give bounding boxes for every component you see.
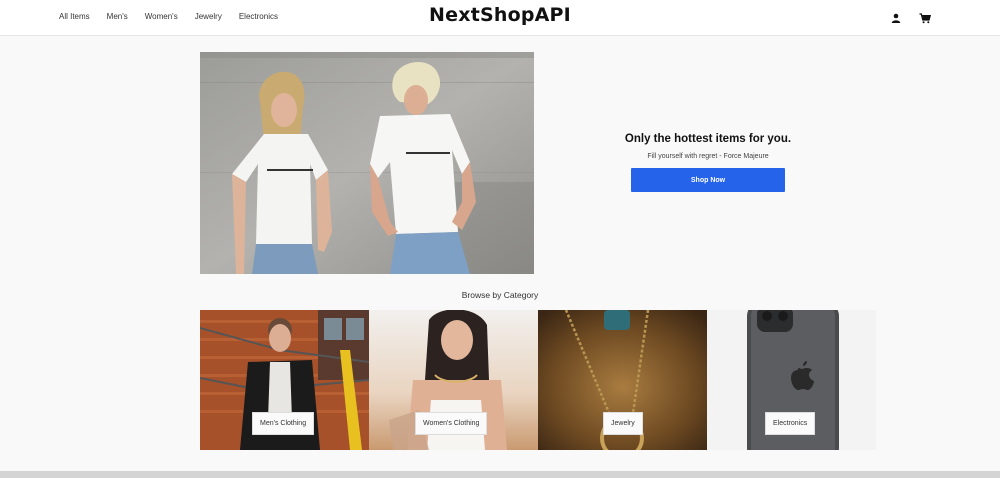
cart-icon-glyph: [919, 12, 931, 23]
user-icon-glyph: [891, 13, 901, 23]
category-card-womens[interactable]: Women's Clothing: [369, 310, 538, 450]
brand-logo[interactable]: NextShopAPI: [429, 4, 571, 26]
nav-all-items[interactable]: All Items: [59, 12, 90, 22]
category-card-jewelry[interactable]: Jewelry: [538, 310, 707, 450]
category-label-womens[interactable]: Women's Clothing: [415, 412, 488, 435]
hero-subtitle: Fill yourself with regret - Force Majeur…: [647, 153, 769, 160]
nav-womens[interactable]: Women's: [145, 12, 178, 22]
shop-now-button[interactable]: Shop Now: [631, 168, 785, 192]
browse-category-heading: Browse by Category: [461, 290, 539, 300]
footer-bar: [0, 471, 1000, 478]
hero-title: Only the hottest items for you.: [624, 133, 792, 145]
category-nav: All Items Men's Women's Jewelry Electron…: [59, 12, 295, 22]
hero-image: [200, 52, 534, 274]
nav-jewelry[interactable]: Jewelry: [195, 12, 222, 22]
hero-copy: Only the hottest items for you. Fill you…: [620, 133, 796, 160]
nav-mens[interactable]: Men's: [107, 12, 128, 22]
category-card-electronics[interactable]: Electronics: [707, 310, 876, 450]
hero-photo: [200, 52, 534, 274]
category-label-mens[interactable]: Men's Clothing: [252, 412, 315, 435]
category-label-jewelry[interactable]: Jewelry: [603, 412, 643, 435]
category-label-electronics[interactable]: Electronics: [765, 412, 816, 435]
top-navbar: All Items Men's Women's Jewelry Electron…: [0, 0, 1000, 36]
cart-icon[interactable]: [918, 11, 932, 25]
nav-electronics[interactable]: Electronics: [239, 12, 278, 22]
category-card-mens[interactable]: Men's Clothing: [200, 310, 369, 450]
user-icon[interactable]: [889, 11, 903, 25]
